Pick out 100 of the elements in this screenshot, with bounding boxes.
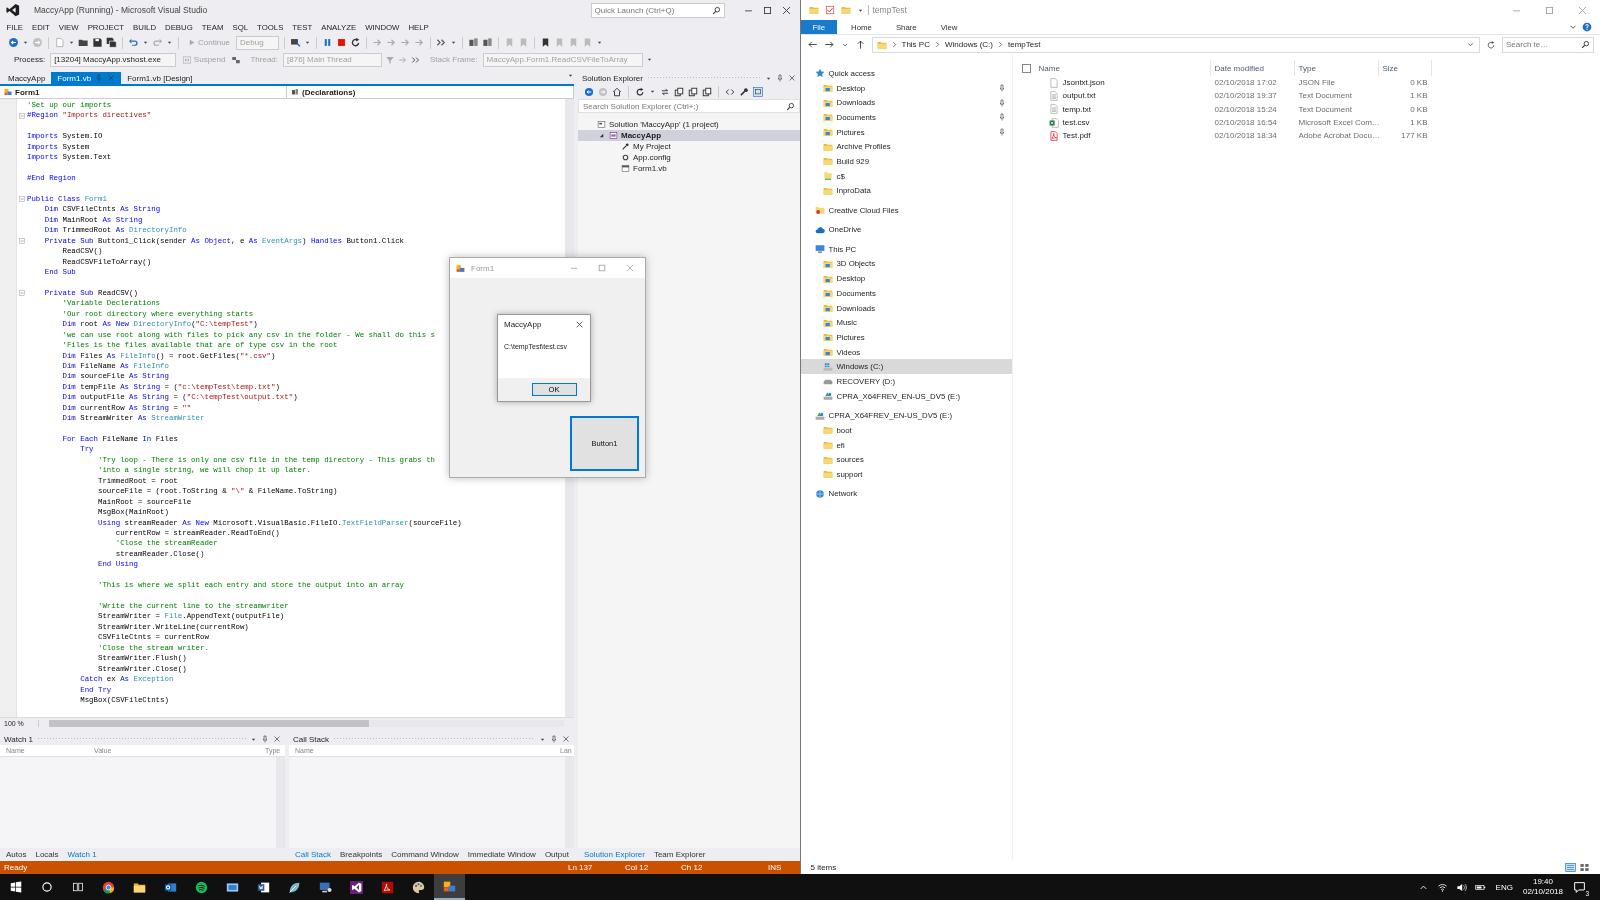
code-icon[interactable]	[725, 86, 735, 97]
arrow-icon[interactable]	[385, 37, 397, 48]
panel-tab[interactable]: Breakpoints	[336, 850, 387, 859]
checkbox-icon[interactable]	[824, 5, 835, 15]
start-icon[interactable]	[9, 881, 22, 893]
caret-icon[interactable]	[567, 72, 574, 79]
type-dropdown[interactable]: Form1	[0, 86, 287, 98]
file-name[interactable]: Jsontxt.json	[1062, 78, 1105, 88]
quick-launch-field[interactable]: Quick Launch (Ctrl+Q)	[594, 3, 712, 17]
caret-icon[interactable]	[649, 88, 656, 95]
panel-tab[interactable]: Solution Explorer	[580, 850, 649, 859]
panel-tab[interactable]: Watch 1	[63, 850, 101, 859]
column-header[interactable]: Name	[1034, 60, 1211, 76]
breadcrumb-item[interactable]: This PC	[901, 40, 930, 49]
search-circle-icon[interactable]	[40, 881, 53, 893]
sync-icon[interactable]	[660, 86, 670, 97]
checkbox[interactable]	[1022, 63, 1031, 73]
task-view-icon[interactable]	[71, 881, 84, 893]
close-icon[interactable]	[575, 319, 584, 329]
volume-icon[interactable]	[1455, 881, 1467, 893]
close-icon[interactable]	[787, 74, 796, 82]
stop-icon[interactable]	[335, 37, 347, 48]
tree-item[interactable]: Solution 'MaccyApp' (1 project)	[578, 119, 800, 130]
scrollbar[interactable]	[49, 720, 564, 727]
close-icon[interactable]	[780, 4, 792, 16]
pin-icon[interactable]	[95, 74, 104, 82]
pin-icon[interactable]	[997, 128, 1006, 137]
breadcrumb-item[interactable]: Windows (C:)	[944, 40, 993, 49]
panel-tab[interactable]: Locals	[31, 850, 63, 859]
arrow-icon[interactable]	[413, 37, 425, 48]
column-header[interactable]: Date modified	[1210, 60, 1295, 76]
details-view-icon[interactable]	[1565, 861, 1576, 873]
back-arrow-icon[interactable]	[806, 39, 818, 50]
file-name[interactable]: output.txt	[1062, 91, 1096, 101]
notification-icon[interactable]	[1573, 880, 1586, 894]
panel-tab[interactable]: Command Window	[387, 850, 463, 859]
file-name[interactable]: temp.txt	[1062, 104, 1091, 114]
tree-item[interactable]: MaccyApp	[578, 130, 800, 141]
chevrons-icon[interactable]	[435, 37, 447, 48]
home-icon[interactable]	[612, 86, 622, 97]
file-name[interactable]: Test.pdf	[1062, 131, 1091, 141]
caret-icon[interactable]	[166, 39, 173, 46]
column-header[interactable]: Size	[1378, 60, 1432, 76]
quick-launch-box[interactable]: Quick Launch (Ctrl+Q)	[590, 2, 725, 18]
panel-tab[interactable]: Output	[540, 850, 573, 859]
document-tab[interactable]: Form1.vb	[51, 72, 122, 84]
panel-tab[interactable]: Autos	[2, 850, 31, 859]
document-tab[interactable]: MaccyApp	[2, 72, 52, 84]
pin-icon[interactable]	[997, 113, 1006, 122]
tree-item[interactable]: My Project	[578, 141, 800, 152]
search-field[interactable]: Search Solution Explorer (Ctrl+;)	[583, 100, 786, 112]
member-dropdown[interactable]: (Declarations)	[287, 86, 574, 98]
up-arrow-icon[interactable]	[854, 39, 866, 50]
filter-icon[interactable]	[385, 54, 396, 65]
caret-icon[interactable]	[303, 39, 311, 46]
taskbar-button[interactable]	[434, 874, 465, 900]
toolbar-dropdown[interactable]: [13204] MaccyApp.vshost.exe	[50, 52, 176, 67]
expand-arrow-icon[interactable]	[598, 132, 605, 139]
pin-icon[interactable]	[775, 74, 784, 82]
squares-icon[interactable]	[231, 54, 242, 65]
caret-icon[interactable]	[449, 39, 457, 46]
save-icon[interactable]	[92, 37, 103, 48]
back-icon[interactable]	[584, 86, 594, 97]
refresh-icon[interactable]	[1486, 39, 1496, 50]
document-tab[interactable]: Form1.vb [Design]	[121, 72, 199, 84]
save-all-icon[interactable]	[106, 37, 117, 48]
arrow-icon[interactable]	[371, 37, 383, 48]
columns-icon[interactable]	[481, 37, 493, 48]
chevron-down-icon[interactable]	[1466, 40, 1475, 49]
undo-icon[interactable]	[128, 37, 139, 48]
pin-icon[interactable]	[261, 735, 269, 743]
large-icons-view-icon[interactable]	[1579, 861, 1590, 873]
file-name[interactable]: test.csv	[1062, 118, 1090, 128]
help-icon[interactable]	[1582, 22, 1592, 32]
caret-icon[interactable]	[22, 39, 29, 46]
windows-icon[interactable]	[688, 86, 698, 97]
tree-item[interactable]: App.config	[578, 152, 800, 163]
panel-tab[interactable]: Immediate Window	[463, 850, 540, 859]
restart-icon[interactable]	[635, 86, 645, 97]
arrow-icon[interactable]	[399, 37, 411, 48]
wifi-icon[interactable]	[1436, 881, 1448, 893]
windows-icon[interactable]	[702, 86, 712, 97]
pin-icon[interactable]	[997, 98, 1006, 107]
clock-time[interactable]: 19:40	[1532, 877, 1553, 887]
close-icon[interactable]	[562, 735, 570, 743]
caret-icon[interactable]	[68, 39, 75, 46]
maximize-icon[interactable]	[761, 4, 773, 16]
search-box[interactable]: Search te…	[1502, 36, 1594, 53]
preview-icon[interactable]	[753, 86, 763, 97]
clock-date[interactable]: 02/10/2018	[1522, 887, 1563, 897]
search-field[interactable]: Search te…	[1506, 37, 1581, 52]
tree-item[interactable]: Form1.vb	[578, 163, 800, 174]
close-icon[interactable]	[273, 735, 281, 743]
panel-tab[interactable]: Team Explorer	[649, 850, 710, 859]
forward-arrow-icon[interactable]	[823, 39, 835, 50]
windows-icon[interactable]	[674, 86, 684, 97]
column-header[interactable]: Type	[1294, 60, 1379, 76]
caret-icon[interactable]	[595, 39, 603, 46]
back-icon[interactable]	[8, 37, 19, 48]
pin-icon[interactable]	[997, 84, 1006, 93]
